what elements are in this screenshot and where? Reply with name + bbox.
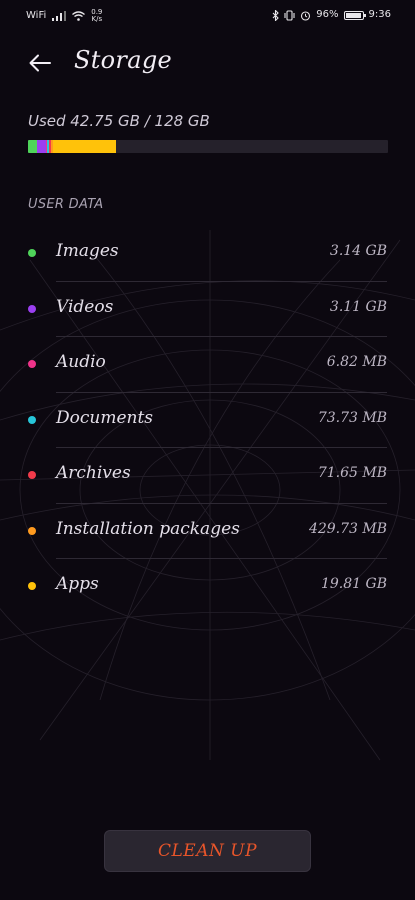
category-name: Apps — [56, 574, 99, 594]
category-size: 3.11 GB — [329, 298, 387, 315]
usage-bar-segment — [53, 140, 117, 153]
category-name: Videos — [56, 296, 114, 317]
category-name: Audio — [56, 352, 106, 372]
usage-bar-segment — [36, 140, 46, 153]
category-name: Installation packages — [56, 518, 240, 539]
category-name: Documents — [56, 407, 154, 428]
category-row-videos[interactable]: Videos 3.11 GB — [0, 282, 415, 337]
category-size: 73.73 MB — [317, 409, 387, 426]
category-row-apps[interactable]: Apps 19.81 GB — [0, 559, 415, 615]
category-color-dot — [28, 471, 36, 479]
storage-category-list: Images 3.14 GB Videos 3.11 GB Audio 6.82 MB Do… — [0, 226, 415, 615]
category-size: 429.73 MB — [308, 520, 387, 537]
alarm-icon — [301, 10, 311, 21]
clock: 9:36 — [368, 9, 391, 20]
clean-up-button[interactable]: CLEAN UP — [104, 830, 311, 872]
back-arrow-icon — [29, 54, 51, 72]
category-color-dot — [28, 526, 36, 535]
status-bar: WiFi 0.9 K/s 96% 9:36 — [0, 0, 415, 30]
section-label-user-data: USER DATA — [28, 197, 104, 212]
battery-percent: 96% — [316, 9, 339, 20]
category-size: 6.82 MB — [326, 354, 387, 370]
clean-up-label: CLEAN UP — [157, 841, 258, 861]
category-size: 19.81 GB — [320, 576, 387, 592]
wifi-icon — [72, 11, 86, 21]
category-name: Images — [56, 241, 119, 261]
storage-usage-text: Used 42.75 GB / 128 GB — [28, 112, 210, 130]
signal-icon — [52, 11, 67, 21]
bluetooth-icon — [272, 9, 280, 21]
category-row-archives[interactable]: Archives 71.65 MB — [0, 448, 415, 504]
category-color-dot — [28, 249, 36, 257]
category-size: 71.65 MB — [317, 465, 387, 481]
category-row-images[interactable]: Images 3.14 GB — [0, 226, 415, 282]
category-color-dot — [28, 304, 36, 313]
category-color-dot — [28, 360, 36, 368]
category-size: 3.14 GB — [329, 243, 387, 259]
category-color-dot — [28, 415, 36, 424]
battery-level — [345, 12, 361, 18]
network-speed: 0.9 K/s — [91, 8, 103, 23]
page-title: Storage — [74, 46, 172, 74]
category-row-documents[interactable]: Documents 73.73 MB — [0, 393, 415, 448]
category-color-dot — [28, 582, 36, 590]
wifi-label: WiFi — [26, 10, 47, 21]
category-row-installation-packages[interactable]: Installation packages 429.73 MB — [0, 504, 415, 559]
battery-icon — [343, 10, 366, 20]
app-header: Storage — [0, 40, 415, 84]
category-row-audio[interactable]: Audio 6.82 MB — [0, 337, 415, 393]
back-button[interactable] — [22, 48, 58, 78]
usage-bar-segment — [28, 140, 37, 153]
category-name: Archives — [56, 463, 131, 483]
vibrate-icon — [284, 9, 295, 21]
storage-usage-bar — [28, 140, 388, 153]
